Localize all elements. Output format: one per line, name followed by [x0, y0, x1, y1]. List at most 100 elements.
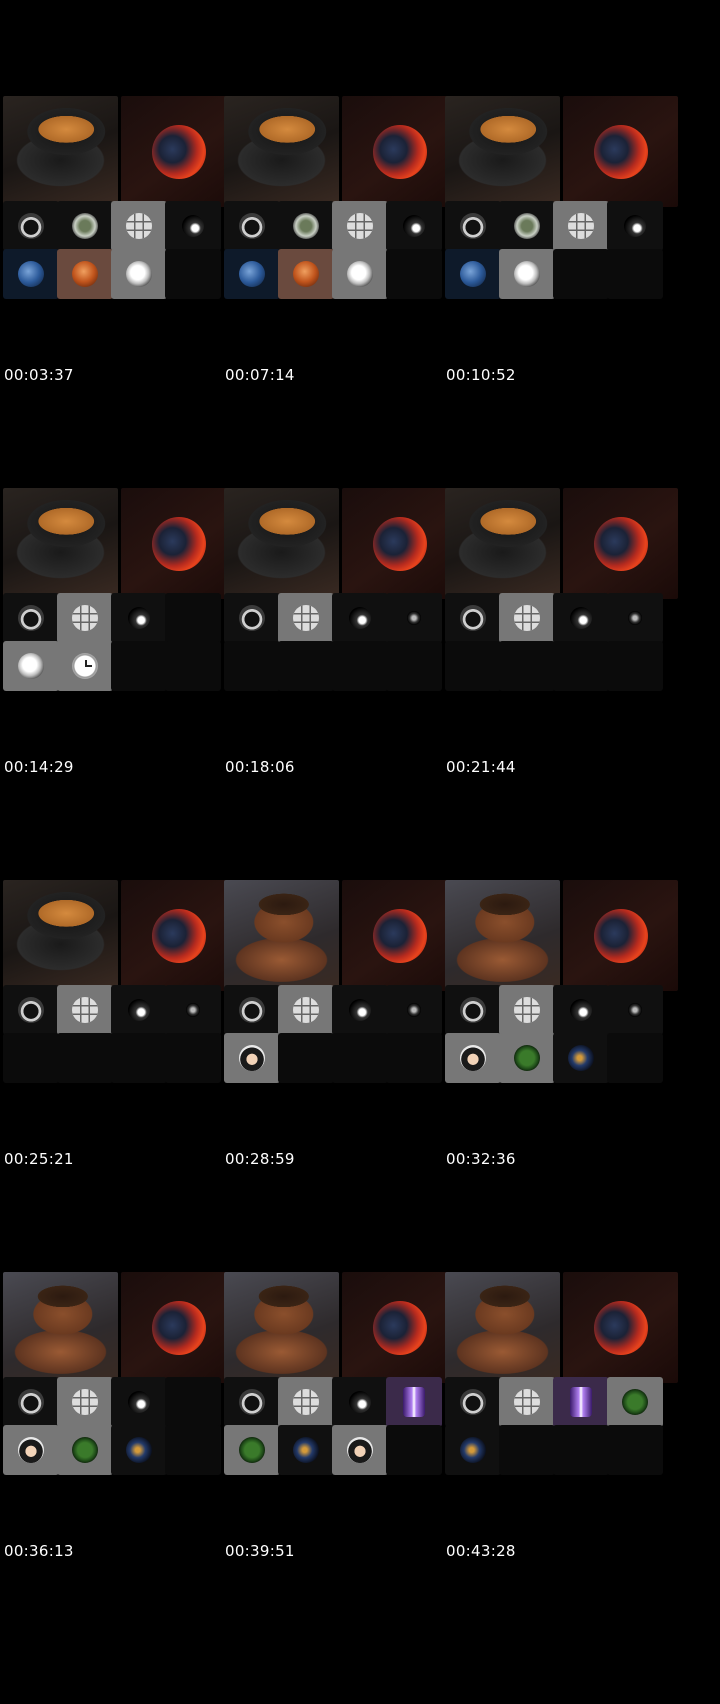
participant-tile[interactable] — [278, 593, 334, 643]
eagle-avatar-icon — [126, 261, 152, 287]
participant-tile[interactable] — [278, 985, 334, 1035]
participant-tile[interactable] — [445, 249, 501, 299]
participant-tile[interactable] — [607, 201, 663, 251]
participant-tile[interactable] — [499, 593, 555, 643]
empty-tile — [165, 593, 221, 643]
participant-tile[interactable] — [332, 985, 388, 1035]
participant-tile[interactable] — [553, 593, 609, 643]
participant-tile[interactable] — [332, 201, 388, 251]
main-video-tile — [224, 488, 339, 599]
participant-tile[interactable] — [386, 985, 442, 1035]
participant-tile[interactable] — [553, 1377, 609, 1427]
participant-tile[interactable] — [3, 1425, 59, 1475]
participant-tile[interactable] — [499, 201, 555, 251]
participant-tile[interactable] — [499, 985, 555, 1035]
participant-tile[interactable] — [224, 201, 280, 251]
orb-avatar — [152, 125, 206, 179]
swirl-avatar-icon — [624, 215, 646, 237]
participant-tile[interactable] — [111, 985, 167, 1035]
participant-tile[interactable] — [386, 1377, 442, 1427]
participant-tile[interactable] — [224, 985, 280, 1035]
participant-tile[interactable] — [57, 641, 113, 691]
participant-tile[interactable] — [445, 985, 501, 1035]
main-video-tile — [3, 1272, 118, 1383]
participant-tile[interactable] — [278, 201, 334, 251]
participant-tile[interactable] — [386, 593, 442, 643]
participant-tile[interactable] — [445, 1377, 501, 1427]
frame-timestamp: 00:14:29 — [4, 758, 74, 776]
participant-tile[interactable] — [57, 593, 113, 643]
participant-tile[interactable] — [445, 1033, 501, 1083]
participant-tile[interactable] — [445, 201, 501, 251]
participant-tile[interactable] — [57, 249, 113, 299]
arch-avatar-icon — [239, 1389, 265, 1415]
mars-avatar-icon — [293, 261, 319, 287]
frame-timestamp: 00:25:21 — [4, 1150, 74, 1168]
participant-tile[interactable] — [3, 249, 59, 299]
tree-avatar-icon — [72, 213, 98, 239]
participant-tile[interactable] — [445, 593, 501, 643]
spotlight-tile — [563, 96, 678, 207]
participant-tile[interactable] — [111, 1377, 167, 1427]
participant-tile[interactable] — [499, 1033, 555, 1083]
participant-tile[interactable] — [3, 593, 59, 643]
participant-tile[interactable] — [607, 1377, 663, 1427]
spotlight-tile — [121, 96, 236, 207]
main-video-tile — [3, 96, 118, 207]
participant-tile[interactable] — [278, 1425, 334, 1475]
participant-tile[interactable] — [607, 985, 663, 1035]
leaf-avatar-icon — [239, 1437, 265, 1463]
participant-tile[interactable] — [278, 249, 334, 299]
participant-tile[interactable] — [499, 249, 555, 299]
spotlight-tile — [342, 1272, 457, 1383]
orb-avatar — [373, 125, 427, 179]
participant-tile[interactable] — [224, 1377, 280, 1427]
participant-tile[interactable] — [224, 593, 280, 643]
swirl-avatar-icon — [128, 1391, 150, 1413]
participant-tile[interactable] — [553, 1033, 609, 1083]
grid-avatar-icon — [72, 997, 98, 1023]
participant-tile[interactable] — [499, 1377, 555, 1427]
participant-tile[interactable] — [165, 201, 221, 251]
participant-tile[interactable] — [224, 1425, 280, 1475]
participant-tile[interactable] — [607, 593, 663, 643]
participant-tile[interactable] — [165, 985, 221, 1035]
empty-tile — [332, 1033, 388, 1083]
participant-tile[interactable] — [57, 1377, 113, 1427]
participant-tile[interactable] — [332, 1377, 388, 1427]
video-frame — [3, 880, 239, 1090]
participant-tile[interactable] — [111, 249, 167, 299]
video-frame — [224, 488, 460, 698]
participant-tile[interactable] — [111, 1425, 167, 1475]
participant-tile[interactable] — [224, 1033, 280, 1083]
participant-tile[interactable] — [224, 249, 280, 299]
participant-tile[interactable] — [57, 201, 113, 251]
orb-avatar — [373, 909, 427, 963]
spotlight-tile — [121, 488, 236, 599]
frame-timestamp: 00:03:37 — [4, 366, 74, 384]
participant-tile[interactable] — [553, 201, 609, 251]
participant-tile[interactable] — [445, 1425, 501, 1475]
participant-tile[interactable] — [111, 201, 167, 251]
participant-tile[interactable] — [3, 985, 59, 1035]
participant-tile[interactable] — [3, 201, 59, 251]
participant-tile[interactable] — [332, 249, 388, 299]
dot-avatar-icon — [628, 1003, 642, 1017]
participant-tile[interactable] — [332, 1425, 388, 1475]
participant-tile[interactable] — [332, 593, 388, 643]
participant-tile[interactable] — [3, 1377, 59, 1427]
eagle-avatar-icon — [18, 653, 44, 679]
empty-tile — [224, 641, 280, 691]
orb-avatar — [152, 517, 206, 571]
participant-tile[interactable] — [111, 593, 167, 643]
participant-tile[interactable] — [386, 201, 442, 251]
main-video-tile — [445, 880, 560, 991]
participant-tile[interactable] — [278, 1377, 334, 1427]
participant-tile[interactable] — [3, 641, 59, 691]
participant-tile[interactable] — [57, 1425, 113, 1475]
participant-tile[interactable] — [57, 985, 113, 1035]
empty-tile — [386, 249, 442, 299]
eagle-avatar-icon — [514, 261, 540, 287]
arch-avatar-icon — [18, 605, 44, 631]
participant-tile[interactable] — [553, 985, 609, 1035]
